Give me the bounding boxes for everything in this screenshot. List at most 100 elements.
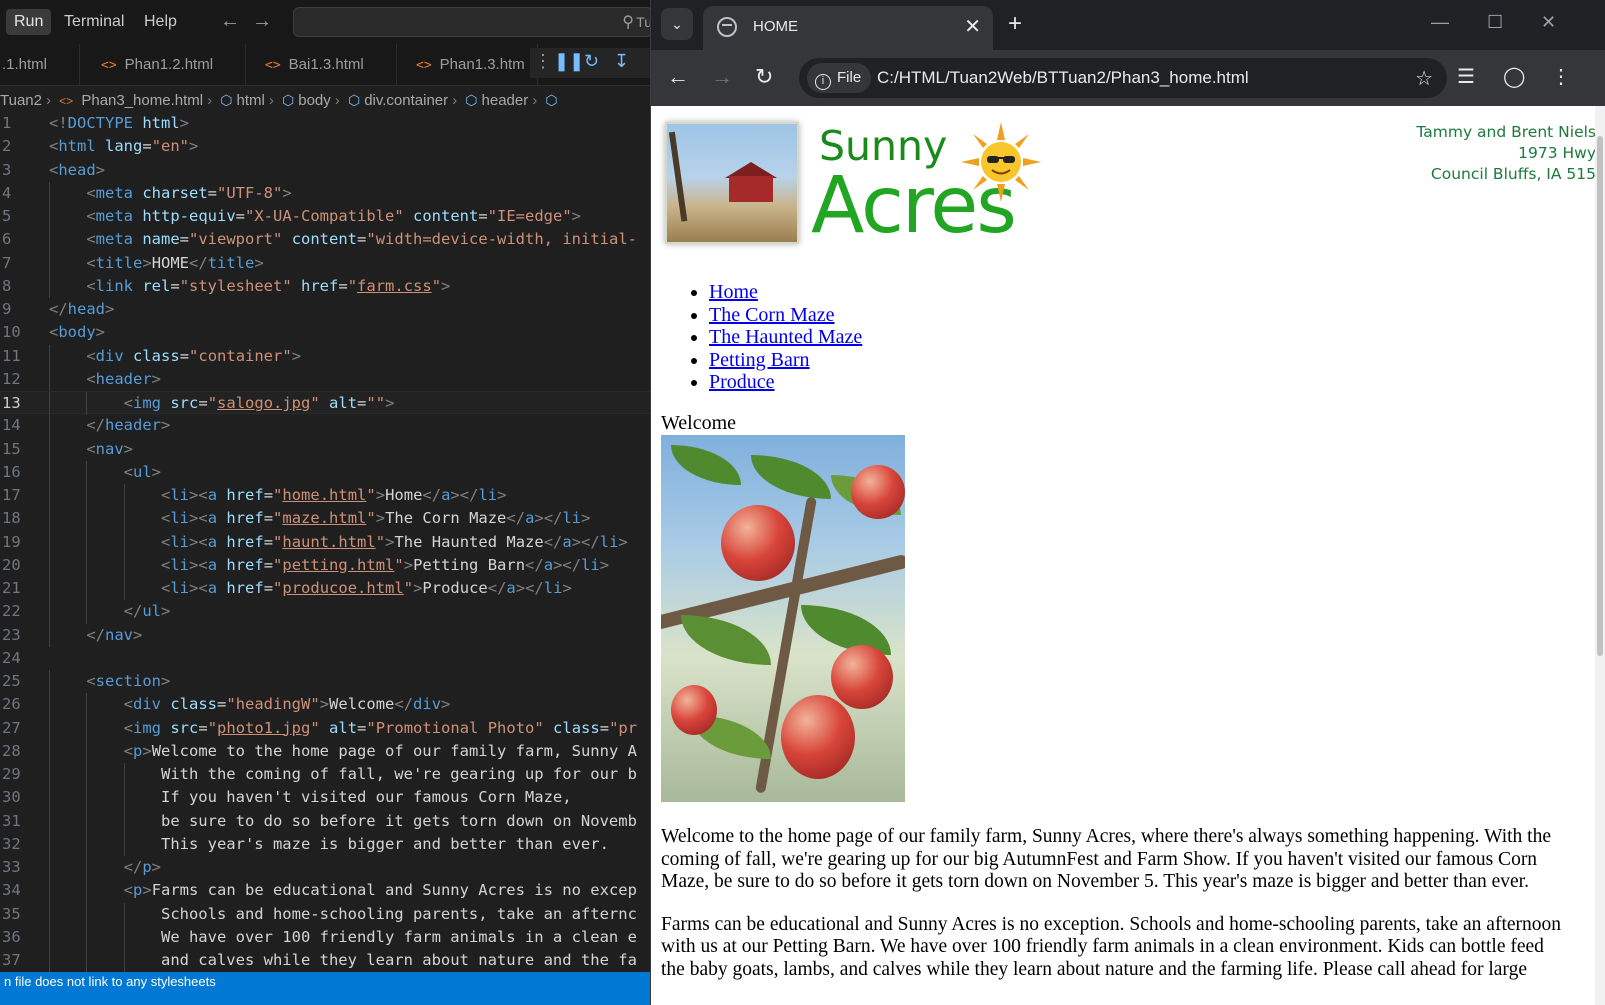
code-line[interactable]: 27 <img src="photo1.jpg" alt="Promotiona…: [0, 716, 650, 740]
reading-list-icon[interactable]: ☰: [1457, 64, 1475, 89]
code-line[interactable]: 8 <link rel="stylesheet" href="farm.css"…: [0, 274, 650, 298]
code-line[interactable]: 15 <nav>: [0, 437, 650, 461]
tree-trunk: [668, 128, 712, 222]
code-line[interactable]: 37 and calves while they learn about nat…: [0, 949, 650, 972]
step-into-icon[interactable]: ↧: [614, 51, 629, 72]
forward-arrow-icon[interactable]: →: [252, 10, 272, 33]
code-line[interactable]: 31 be sure to do so before it gets torn …: [0, 809, 650, 833]
browser-tab-strip: ⌄ HOME ✕ + — ☐ ✕: [651, 0, 1605, 50]
browser-tab[interactable]: HOME ✕: [703, 6, 993, 50]
code-line[interactable]: 33 </p>: [0, 856, 650, 880]
code-line[interactable]: 3 <head>: [0, 159, 650, 182]
code-line[interactable]: 10 <body>: [0, 321, 650, 344]
code-line[interactable]: 35 Schools and home-schooling parents, t…: [0, 902, 650, 926]
forward-arrow-icon[interactable]: →: [711, 64, 733, 90]
line-number: 29: [2, 765, 21, 783]
breadcrumb-item[interactable]: Tuan2: [0, 92, 42, 109]
pause-icon[interactable]: ❚❚: [554, 51, 584, 72]
code-line[interactable]: 9 </head>: [0, 298, 650, 321]
line-number: 10: [2, 323, 21, 342]
code-line[interactable]: 12 <header>: [0, 367, 650, 391]
back-arrow-icon[interactable]: ←: [667, 64, 689, 90]
editor-tab[interactable]: <> Phan1.3.htm: [398, 44, 538, 86]
back-arrow-icon[interactable]: ←: [220, 10, 240, 33]
code-line[interactable]: 26 <div class="headingW">Welcome</div>: [0, 693, 650, 717]
breadcrumb-item[interactable]: body: [298, 92, 331, 109]
code-line[interactable]: 19 <li><a href="haunt.html">The Haunted …: [0, 530, 650, 554]
code-text: <li><a href="petting.html">Petting Barn<…: [160, 555, 610, 574]
code-line[interactable]: 24: [0, 647, 650, 670]
page-scrollbar[interactable]: [1595, 106, 1605, 1005]
site-info-chip[interactable]: i File: [807, 63, 872, 93]
editor-tab[interactable]: <> Phan1.2.html: [81, 44, 246, 86]
breadcrumb-item[interactable]: div.container: [364, 92, 448, 109]
code-text: <div class="container">: [86, 346, 302, 365]
code-line[interactable]: 16 <ul>: [0, 460, 650, 484]
code-line[interactable]: 21 <li><a href="producoe.html">Produce</…: [0, 577, 650, 601]
code-line[interactable]: 22 </ul>: [0, 600, 650, 624]
tab-label: .1.html: [2, 56, 48, 73]
line-number: 6: [2, 230, 12, 249]
code-text: be sure to do so before it gets torn dow…: [49, 811, 637, 830]
code-line[interactable]: 7 <title>HOME</title>: [0, 251, 650, 275]
maximize-icon[interactable]: ☐: [1487, 12, 1503, 33]
close-tab-icon[interactable]: ✕: [964, 14, 981, 39]
nav-link-haunted-maze[interactable]: The Haunted Maze: [709, 326, 862, 348]
step-over-icon[interactable]: ↻: [584, 51, 599, 72]
code-line[interactable]: 28 <p>Welcome to the home page of our fa…: [0, 739, 650, 763]
code-text: <nav>: [86, 439, 134, 458]
code-line[interactable]: 13 <img src="salogo.jpg" alt="">: [0, 391, 650, 416]
minimize-icon[interactable]: —: [1431, 12, 1449, 33]
breadcrumb-item[interactable]: header: [482, 92, 529, 109]
line-number: 36: [2, 927, 21, 946]
code-line[interactable]: 32 This year's maze is bigger and better…: [0, 832, 650, 856]
menu-run[interactable]: Run: [6, 9, 52, 35]
code-line[interactable]: 20 <li><a href="petting.html">Petting Ba…: [0, 553, 650, 577]
line-number: 34: [2, 881, 21, 900]
url-text[interactable]: C:/HTML/Tuan2Web/BTTuan2/Phan3_home.html: [877, 68, 1249, 88]
nav-link-home[interactable]: Home: [709, 281, 758, 303]
barn: [729, 176, 773, 202]
command-center-search[interactable]: ⚲ Tu: [293, 7, 653, 37]
bookmark-star-icon[interactable]: ☆: [1415, 66, 1433, 91]
code-line[interactable]: 36 We have over 100 friendly farm animal…: [0, 925, 650, 949]
nav-link-petting-barn[interactable]: Petting Barn: [709, 349, 810, 371]
tab-search-chevron-icon[interactable]: ⌄: [661, 8, 693, 40]
code-line[interactable]: 17 <li><a href="home.html">Home</a></li>: [0, 484, 650, 508]
code-line[interactable]: 2 <html lang="en">: [0, 135, 650, 158]
code-editor[interactable]: 1 <!DOCTYPE html> 2 <html lang="en"> 3 <head>…: [0, 112, 650, 972]
scrollbar-thumb[interactable]: [1597, 136, 1603, 656]
editor-tab[interactable]: <> Bai1.3.html: [247, 44, 397, 86]
menu-kebab-icon[interactable]: ⋮: [1551, 64, 1571, 89]
code-line[interactable]: 25 <section>: [0, 670, 650, 694]
code-line[interactable]: 23 </nav>: [0, 623, 650, 647]
code-line[interactable]: 18 <li><a href="maze.html">The Corn Maze…: [0, 507, 650, 531]
window-close-icon[interactable]: ✕: [1541, 12, 1556, 33]
code-text: <p>Farms can be educational and Sunny Ac…: [123, 881, 637, 900]
code-line[interactable]: 5 <meta http-equiv="X-UA-Compatible" con…: [0, 205, 650, 229]
editor-tab[interactable]: .1.html: [0, 44, 80, 86]
code-text: </header>: [86, 416, 171, 435]
reload-icon[interactable]: ↻: [755, 64, 773, 90]
profile-icon[interactable]: ◯: [1503, 64, 1525, 89]
menu-help[interactable]: Help: [136, 9, 185, 35]
status-text[interactable]: n file does not link to any stylesheets: [4, 974, 216, 989]
code-text: <li><a href="home.html">Home</a></li>: [160, 486, 507, 504]
address-bar[interactable]: i File C:/HTML/Tuan2Web/BTTuan2/Phan3_hom…: [799, 58, 1447, 98]
code-line[interactable]: 4 <meta charset="UTF-8">: [0, 181, 650, 205]
breadcrumb-item[interactable]: html: [237, 92, 265, 109]
code-line[interactable]: 6 <meta name="viewport" content="width=d…: [0, 228, 650, 252]
menu-terminal[interactable]: Terminal: [56, 9, 132, 35]
nav-link-corn-maze[interactable]: The Corn Maze: [709, 304, 835, 326]
code-line[interactable]: 11 <div class="container">: [0, 344, 650, 368]
code-line[interactable]: 1 <!DOCTYPE html>: [0, 112, 650, 135]
code-line[interactable]: 14 </header>: [0, 414, 650, 438]
code-line[interactable]: 29 With the coming of fall, we're gearin…: [0, 763, 650, 787]
code-line[interactable]: 30 If you haven't visited our famous Cor…: [0, 786, 650, 810]
code-line[interactable]: 34 <p>Farms can be educational and Sunny…: [0, 879, 650, 903]
breadcrumb-item[interactable]: Phan3_home.html: [81, 92, 203, 109]
nav-link-produce[interactable]: Produce: [709, 371, 775, 393]
code-text: <meta charset="UTF-8">: [86, 183, 292, 202]
new-tab-plus-icon[interactable]: +: [1008, 10, 1022, 38]
tab-label: Bai1.3.html: [288, 56, 364, 73]
